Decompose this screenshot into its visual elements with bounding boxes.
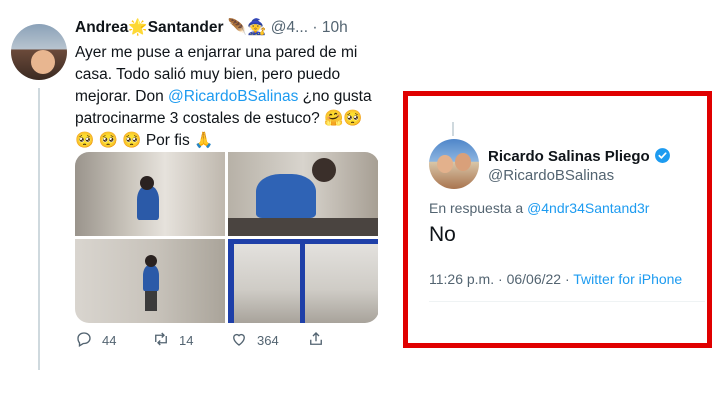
client-link[interactable]: Twitter for iPhone [573, 271, 682, 287]
share-icon [307, 330, 325, 351]
display-name-rest[interactable]: Santander [148, 19, 224, 36]
photo-1[interactable] [75, 152, 225, 236]
tweet-meta: 11:26 p.m. · 06/06/22 · Twitter for iPho… [429, 271, 682, 287]
share-button[interactable] [307, 330, 325, 351]
tweet-header: Andrea🌟Santander 🪶🧙 @4... · 10h [75, 18, 348, 37]
in-reply-prefix: En respuesta a [429, 200, 524, 216]
retweet-count: 14 [179, 333, 194, 348]
meta-separator: · [564, 271, 570, 287]
timestamp[interactable]: · 10h [312, 19, 347, 36]
photo-2[interactable] [228, 152, 378, 236]
photo-4[interactable] [228, 239, 378, 323]
thread-line [452, 122, 454, 136]
highlight-box: Ricardo Salinas Pliego @RicardoBSalinas … [403, 91, 712, 348]
tweet-actions: 44 14 364 [75, 330, 375, 350]
retweet-button[interactable]: 14 [152, 330, 193, 351]
meta-separator: · [498, 271, 503, 287]
name-emoji: 🌟 [128, 19, 148, 36]
like-count: 364 [257, 333, 279, 348]
tweet-text-part-3: 🥺 🥺 🥺 Por fis 🙏 [75, 132, 214, 149]
avatar[interactable] [11, 24, 67, 80]
media-grid [75, 152, 379, 323]
photo-3[interactable] [75, 239, 225, 323]
tweet-time[interactable]: 11:26 p.m. [429, 271, 494, 287]
tweet-text: Ayer me puse a enjarrar una pared de mi … [75, 42, 380, 152]
like-icon [230, 330, 248, 351]
verified-badge-icon [654, 147, 671, 168]
reply-button[interactable]: 44 [75, 330, 116, 351]
like-button[interactable]: 364 [230, 330, 279, 351]
display-name-text: Ricardo Salinas Pliego [488, 148, 650, 165]
handle[interactable]: @4... [271, 19, 308, 36]
retweet-icon [152, 330, 170, 351]
in-reply-handle-link[interactable]: @4ndr34Santand3r [527, 200, 649, 216]
original-tweet[interactable]: Andrea🌟Santander 🪶🧙 @4... · 10h Ayer me … [0, 0, 395, 404]
avatar[interactable] [429, 139, 479, 189]
reply-count: 44 [102, 333, 117, 348]
tweet-text: No [429, 223, 456, 246]
in-reply-to: En respuesta a @4ndr34Santand3r [429, 200, 649, 216]
reply-tweet[interactable]: Ricardo Salinas Pliego @RicardoBSalinas … [408, 96, 707, 343]
mention-link[interactable]: @RicardoBSalinas [168, 88, 298, 105]
display-name[interactable]: Ricardo Salinas Pliego [488, 147, 671, 168]
thread-line [38, 88, 40, 370]
reply-icon [75, 330, 93, 351]
name-emoji-2: 🪶🧙 [227, 19, 267, 36]
tweet-date[interactable]: 06/06/22 [507, 271, 562, 287]
divider [429, 301, 705, 302]
handle[interactable]: @RicardoBSalinas [488, 167, 614, 184]
display-name[interactable]: Andrea [75, 19, 128, 36]
